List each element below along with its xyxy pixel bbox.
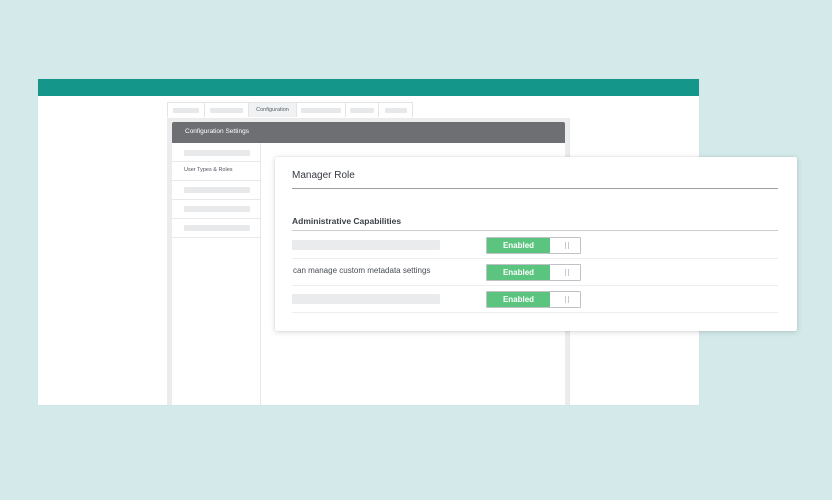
nav-item-placeholder (184, 206, 250, 212)
nav-item-placeholder (184, 225, 250, 231)
capability-label: can manage custom metadata settings (293, 266, 431, 275)
nav-item-user-types-roles[interactable]: User Types & Roles (172, 162, 260, 181)
tab-configuration[interactable]: Configuration (248, 102, 297, 117)
section-divider (292, 230, 778, 231)
capability-row: Enabled (292, 286, 778, 313)
enabled-toggle[interactable]: Enabled (486, 264, 581, 281)
toggle-enabled-label: Enabled (487, 238, 550, 253)
tab-1[interactable] (167, 102, 205, 117)
tab-bar: Configuration (167, 102, 413, 118)
capability-row: Enabled (292, 232, 778, 259)
tab-label-placeholder (384, 107, 407, 113)
nav-item-placeholder (184, 187, 250, 193)
tab-label-placeholder (301, 107, 341, 113)
role-title: Manager Role (292, 170, 355, 181)
tab-2[interactable] (204, 102, 249, 117)
title-divider (292, 188, 778, 189)
settings-left-nav: User Types & Roles (172, 143, 261, 405)
nav-item-3[interactable] (172, 181, 260, 200)
tab-6[interactable] (378, 102, 413, 117)
nav-item-1[interactable] (172, 143, 260, 162)
capability-label-placeholder (292, 294, 440, 304)
tab-5[interactable] (345, 102, 379, 117)
tab-label-placeholder (350, 107, 374, 113)
tab-configuration-label: Configuration (256, 107, 289, 113)
config-settings-title: Configuration Settings (185, 128, 249, 135)
capability-label-placeholder (292, 240, 440, 250)
app-topbar (38, 79, 699, 96)
tab-4[interactable] (296, 102, 346, 117)
toggle-enabled-label: Enabled (487, 292, 550, 307)
nav-item-label: User Types & Roles (184, 167, 233, 173)
nav-item-5[interactable] (172, 219, 260, 238)
toggle-grip-icon (565, 296, 569, 303)
capability-row: can manage custom metadata settings Enab… (292, 259, 778, 286)
tab-label-placeholder (173, 107, 199, 113)
toggle-grip-icon (565, 242, 569, 249)
nav-item-placeholder (184, 150, 250, 156)
toggle-grip-icon (565, 269, 569, 276)
section-title: Administrative Capabilities (292, 216, 402, 226)
config-settings-header: Configuration Settings (172, 122, 565, 143)
nav-item-4[interactable] (172, 200, 260, 219)
toggle-enabled-label: Enabled (487, 265, 550, 280)
manager-role-card: Manager Role Administrative Capabilities… (275, 157, 797, 331)
enabled-toggle[interactable]: Enabled (486, 291, 581, 308)
tab-label-placeholder (210, 107, 243, 113)
enabled-toggle[interactable]: Enabled (486, 237, 581, 254)
